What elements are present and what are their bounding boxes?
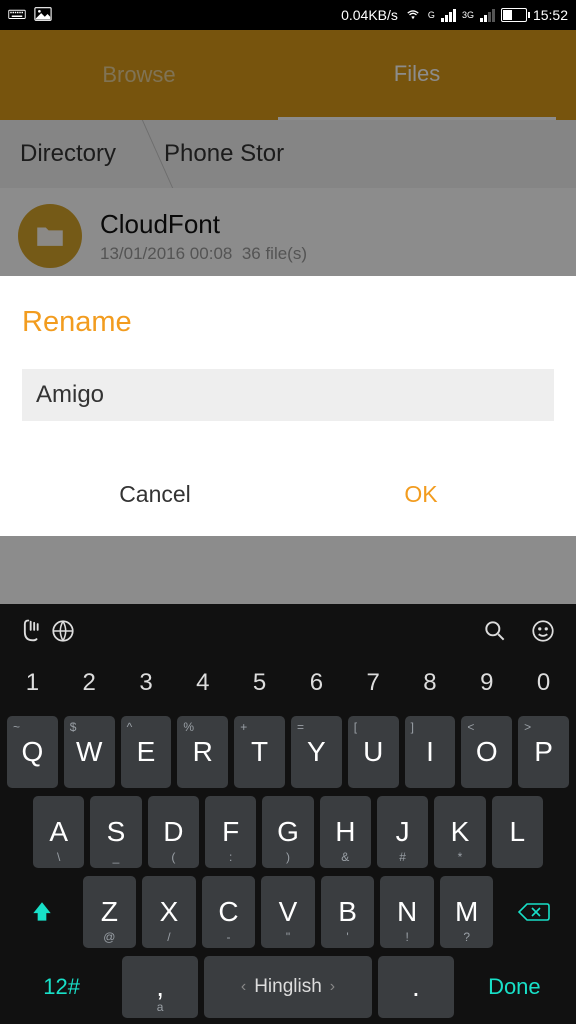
key-7[interactable]: 7	[348, 658, 399, 708]
key-f[interactable]: F:	[205, 796, 256, 868]
key-9[interactable]: 9	[461, 658, 512, 708]
backspace-key[interactable]	[499, 876, 569, 948]
picture-icon	[34, 6, 52, 25]
signal-bars-1	[441, 8, 456, 22]
keyboard-number-row: 1234567890	[0, 658, 576, 708]
ok-button[interactable]: OK	[288, 467, 554, 522]
key-x[interactable]: X/	[142, 876, 196, 948]
globe-icon[interactable]	[48, 616, 78, 646]
key-q[interactable]: Q~	[7, 716, 58, 788]
net-3g-label: 3G	[462, 10, 474, 20]
search-icon[interactable]	[480, 616, 510, 646]
shift-key[interactable]	[7, 876, 77, 948]
amazon-icon: a	[157, 1000, 164, 1014]
status-bar: 0.04KB/s G 3G 15:52	[0, 0, 576, 30]
done-key[interactable]: Done	[460, 956, 569, 1018]
key-z[interactable]: Z@	[83, 876, 137, 948]
key-1[interactable]: 1	[7, 658, 58, 708]
key-j[interactable]: J#	[377, 796, 428, 868]
keyboard-icon	[8, 6, 26, 25]
key-3[interactable]: 3	[121, 658, 172, 708]
key-8[interactable]: 8	[405, 658, 456, 708]
rename-input[interactable]	[22, 369, 554, 421]
key-l[interactable]: L	[492, 796, 543, 868]
wifi-icon	[404, 7, 422, 24]
key-o[interactable]: O<	[461, 716, 512, 788]
smiley-icon[interactable]	[528, 616, 558, 646]
key-t[interactable]: T+	[234, 716, 285, 788]
cancel-button[interactable]: Cancel	[22, 467, 288, 522]
chevron-right-icon: ›	[330, 978, 335, 996]
key-6[interactable]: 6	[291, 658, 342, 708]
network-speed: 0.04KB/s	[341, 7, 398, 23]
key-e[interactable]: E^	[121, 716, 172, 788]
touchpal-icon[interactable]	[18, 616, 48, 646]
dialog-title: Rename	[22, 306, 554, 339]
language-key[interactable]: ‹ Hinglish ›	[204, 956, 372, 1018]
key-5[interactable]: 5	[234, 658, 285, 708]
key-h[interactable]: H&	[320, 796, 371, 868]
keyboard-row-zxcv: Z@X/C-V"B'N!M?	[0, 876, 576, 948]
key-w[interactable]: W$	[64, 716, 115, 788]
key-d[interactable]: D(	[148, 796, 199, 868]
period-key[interactable]: .	[378, 956, 454, 1018]
key-c[interactable]: C-	[202, 876, 256, 948]
key-y[interactable]: Y=	[291, 716, 342, 788]
symbols-key[interactable]: 12#	[7, 956, 116, 1018]
key-0[interactable]: 0	[518, 658, 569, 708]
comma-key[interactable]: , a	[122, 956, 198, 1018]
rename-dialog: Rename Cancel OK	[0, 276, 576, 536]
key-p[interactable]: P>	[518, 716, 569, 788]
key-n[interactable]: N!	[380, 876, 434, 948]
clock: 15:52	[533, 7, 568, 23]
key-m[interactable]: M?	[440, 876, 494, 948]
keyboard-row-asdf: A\S_D(F:G)H&J#K*L	[0, 796, 576, 868]
signal-bars-2	[480, 8, 495, 22]
key-2[interactable]: 2	[64, 658, 115, 708]
key-u[interactable]: U[	[348, 716, 399, 788]
keyboard-row-qwerty: Q~W$E^R%T+Y=U[I]O<P>	[0, 716, 576, 788]
key-r[interactable]: R%	[177, 716, 228, 788]
key-k[interactable]: K*	[434, 796, 485, 868]
battery-icon	[501, 8, 527, 22]
key-4[interactable]: 4	[177, 658, 228, 708]
net-g-label: G	[428, 10, 435, 20]
chevron-left-icon: ‹	[241, 978, 246, 996]
keyboard-bottom-row: 12# , a ‹ Hinglish › . Done	[0, 956, 576, 1018]
key-v[interactable]: V"	[261, 876, 315, 948]
key-g[interactable]: G)	[262, 796, 313, 868]
key-b[interactable]: B'	[321, 876, 375, 948]
key-i[interactable]: I]	[405, 716, 456, 788]
key-a[interactable]: A\	[33, 796, 84, 868]
key-s[interactable]: S_	[90, 796, 141, 868]
soft-keyboard: 1234567890 Q~W$E^R%T+Y=U[I]O<P> A\S_D(F:…	[0, 604, 576, 1024]
